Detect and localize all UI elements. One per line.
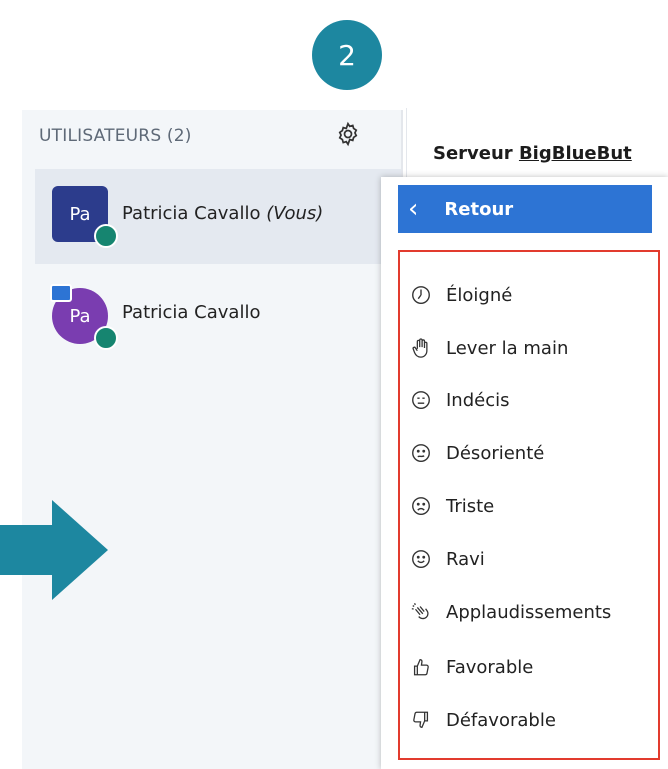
status-item-confused[interactable]: Désorienté — [410, 438, 544, 468]
presenter-icon — [50, 284, 72, 302]
applause-icon — [411, 603, 429, 620]
status-item-happy[interactable]: Ravi — [410, 544, 485, 574]
user-row-other[interactable]: Pa Patricia Cavallo — [35, 276, 401, 371]
happy-face-icon — [412, 550, 430, 568]
status-item-label: Lever la main — [446, 337, 569, 359]
status-item-thumbs-down[interactable]: Défavorable — [410, 705, 556, 735]
server-prefix: Serveur — [433, 143, 519, 164]
headset-icon — [94, 326, 118, 350]
user-name: Patricia Cavallo (Vous) — [122, 203, 323, 224]
status-item-undecided[interactable]: Indécis — [410, 385, 510, 415]
headset-icon — [94, 224, 118, 248]
status-item-label: Triste — [446, 495, 495, 517]
clock-icon — [412, 286, 430, 304]
status-item-label: Éloigné — [446, 284, 513, 306]
status-item-label: Désorienté — [446, 442, 545, 464]
thumbs-up-icon — [413, 659, 429, 676]
back-label: Retour — [444, 198, 514, 220]
chevron-left-icon: ‹ — [408, 194, 419, 224]
users-sidebar: UTILISATEURS (2) Pa Patricia Cavallo (Vo… — [22, 110, 403, 769]
raise-hand-icon — [412, 338, 428, 358]
avatar: Pa — [50, 284, 118, 350]
thumbs-down-icon — [413, 711, 429, 728]
user-name-text: Patricia Cavallo — [122, 203, 261, 224]
status-item-label: Favorable — [446, 656, 534, 678]
status-item-label: Indécis — [446, 389, 510, 411]
server-title: Serveur BigBlueBut — [433, 143, 632, 164]
neutral-face-icon — [412, 391, 430, 409]
arrow-right-icon — [0, 500, 108, 600]
status-item-away[interactable]: Éloigné — [410, 280, 512, 310]
confused-face-icon — [412, 444, 430, 462]
status-item-label: Ravi — [446, 548, 485, 570]
status-item-label: Défavorable — [446, 709, 556, 731]
avatar-initials: Pa — [69, 305, 91, 327]
user-name: Patricia Cavallo — [122, 302, 261, 323]
step-badge: 2 — [312, 20, 382, 90]
status-item-applause[interactable]: Applaudissements — [410, 597, 611, 627]
avatar: Pa — [52, 186, 118, 248]
gear-icon[interactable] — [335, 121, 361, 147]
server-link[interactable]: BigBlueBut — [519, 143, 632, 164]
status-item-label: Applaudissements — [446, 601, 612, 623]
status-item-raise-hand[interactable]: Lever la main — [410, 333, 568, 363]
avatar-initials: Pa — [69, 203, 91, 225]
status-item-thumbs-up[interactable]: Favorable — [410, 652, 533, 682]
sad-face-icon — [412, 497, 430, 515]
users-title: UTILISATEURS (2) — [39, 126, 192, 146]
user-row-self[interactable]: Pa Patricia Cavallo (Vous) — [35, 169, 401, 264]
back-button[interactable]: ‹ Retour — [398, 185, 652, 233]
status-item-sad[interactable]: Triste — [410, 491, 494, 521]
you-tag: (Vous) — [266, 203, 324, 224]
